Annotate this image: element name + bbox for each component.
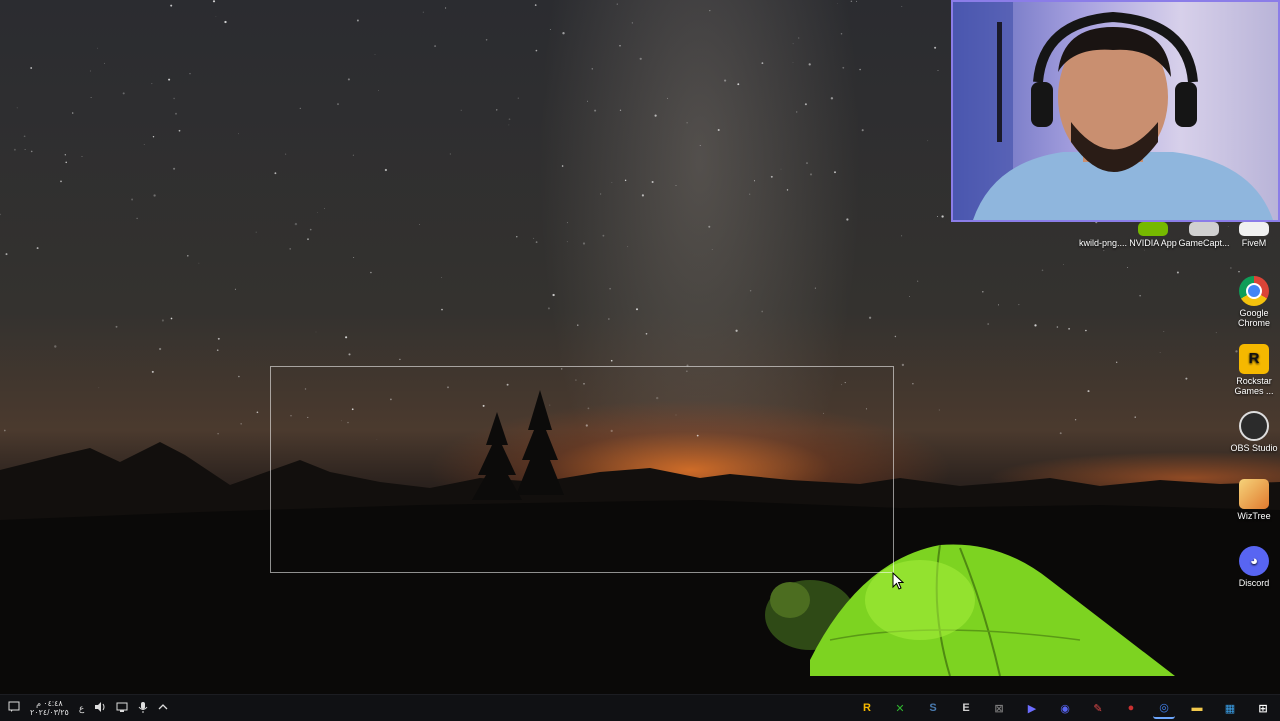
- xbox-gamebar-icon[interactable]: ⊠: [988, 698, 1010, 718]
- chrome-taskbar-icon[interactable]: ◎: [1153, 697, 1175, 719]
- desktop-icon-discord[interactable]: ◕ Discord: [1224, 546, 1280, 588]
- desktop-icon-rockstar-games[interactable]: R Rockstar Games ...: [1224, 344, 1280, 396]
- desktop-icon-fivem[interactable]: FiveM: [1224, 222, 1280, 248]
- desktop-icon-google-chrome[interactable]: Google Chrome: [1224, 276, 1280, 328]
- system-tray: ٠٤:٤٨ م ٢٠٢٤/٠٣/٢٥ ع: [8, 695, 168, 721]
- taskbar-apps: R ✕ S E ⊠ ▶ ◉ ✎ ● ◎ ▬ ▦ ⊞: [856, 695, 1274, 721]
- rockstar-icon: R: [1239, 344, 1269, 374]
- desktop-icon-label: Discord: [1238, 578, 1270, 588]
- desktop-icon-wiztree[interactable]: WizTree: [1224, 479, 1280, 521]
- file-explorer-icon[interactable]: ▬: [1186, 698, 1208, 718]
- language-indicator[interactable]: ع: [79, 703, 84, 714]
- streamer-silhouette: [953, 2, 1273, 220]
- desktop-icon-label: WizTree: [1237, 511, 1271, 521]
- desktop-icon-label: Google Chrome: [1237, 308, 1270, 328]
- microphone-icon[interactable]: [138, 701, 148, 715]
- rockstar-launcher-icon[interactable]: R: [856, 698, 878, 718]
- game-capture-icon: [1189, 222, 1219, 236]
- obs-icon: [1239, 411, 1269, 441]
- wiztree-icon: [1239, 479, 1269, 509]
- show-hidden-icons-chevron[interactable]: [158, 702, 168, 714]
- desktop-icon-label: Rockstar Games ...: [1234, 376, 1274, 396]
- media-player-icon[interactable]: ▶: [1021, 698, 1043, 718]
- clock-time: ٠٤:٤٨ م: [36, 699, 63, 708]
- steam-icon[interactable]: S: [922, 698, 944, 718]
- notification-icon[interactable]: [8, 701, 20, 715]
- image-file-icon: [1088, 222, 1118, 236]
- obs-taskbar-icon[interactable]: ●: [1120, 698, 1142, 718]
- network-icon[interactable]: [116, 701, 128, 715]
- volume-icon[interactable]: [94, 701, 106, 715]
- selection-rectangle: [270, 366, 894, 573]
- discord-icon: ◕: [1239, 546, 1269, 576]
- fivem-icon: [1239, 222, 1269, 236]
- start-button-icon[interactable]: ⊞: [1252, 698, 1274, 718]
- xbox-icon[interactable]: ✕: [889, 698, 911, 718]
- webcam-overlay: [951, 0, 1280, 222]
- chrome-icon: [1239, 276, 1269, 306]
- clock[interactable]: ٠٤:٤٨ م ٢٠٢٤/٠٣/٢٥: [30, 699, 69, 717]
- epic-icon[interactable]: E: [955, 698, 977, 718]
- store-icon[interactable]: ▦: [1219, 698, 1241, 718]
- desktop-icon-label: OBS Studio: [1230, 443, 1278, 453]
- taskbar: ٠٤:٤٨ م ٢٠٢٤/٠٣/٢٥ ع R ✕ S E ⊠ ▶ ◉ ✎ ● ◎ ▬ ▦ ⊞: [0, 694, 1280, 721]
- feather-app-icon[interactable]: ✎: [1087, 698, 1109, 718]
- clock-date: ٢٠٢٤/٠٣/٢٥: [30, 708, 69, 717]
- desktop-icon-obs-studio[interactable]: OBS Studio: [1224, 411, 1280, 453]
- desktop-icon-label: FiveM: [1241, 238, 1267, 248]
- discord-taskbar-icon[interactable]: ◉: [1054, 698, 1076, 718]
- mouse-cursor-icon: [892, 572, 904, 590]
- nvidia-icon: [1138, 222, 1168, 236]
